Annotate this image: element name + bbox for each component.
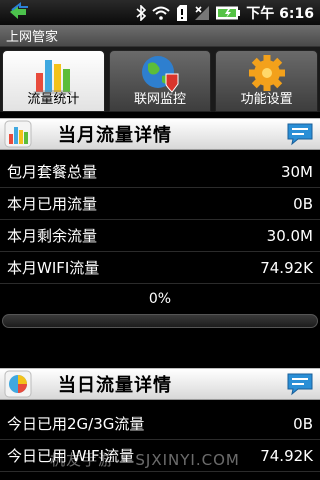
- list-item: 本月WIFI流量 74.92K: [0, 252, 320, 284]
- tab-bar: 流量统计 联网监控 功能设置: [0, 47, 320, 112]
- row-label: 本月WIFI流量: [7, 259, 100, 277]
- wifi-icon: [152, 6, 170, 20]
- pie-chart-icon: [4, 370, 32, 398]
- status-bar: 下午 6:16: [0, 0, 320, 25]
- row-value: 0B: [293, 194, 313, 213]
- monthly-section-header: 当月流量详情: [0, 118, 320, 150]
- message-bubble-icon[interactable]: [286, 122, 314, 146]
- row-label: 本月剩余流量: [7, 227, 98, 245]
- gear-icon: [248, 55, 285, 91]
- section-title: 当日流量详情: [58, 375, 172, 396]
- list-item: 包月套餐总量 30M: [0, 156, 320, 188]
- row-value: 30M: [280, 162, 313, 181]
- usage-percent: 0%: [148, 291, 172, 307]
- clock: 下午 6:16: [246, 5, 314, 22]
- signal-icon: [194, 5, 210, 21]
- row-value: 74.92K: [260, 258, 313, 277]
- tab-settings[interactable]: 功能设置: [215, 50, 319, 112]
- bluetooth-icon: [136, 4, 147, 21]
- row-label: 今日已用2G/3G流量: [7, 415, 145, 433]
- sd-card-icon: [176, 4, 188, 21]
- list-item: 本月已用流量 0B: [0, 188, 320, 220]
- watermark: 机友手游 • SJXINYI.COM: [50, 451, 240, 469]
- usage-progress-bar: [2, 314, 318, 328]
- globe-shield-icon: [142, 56, 179, 93]
- row-value: 30.0M: [266, 226, 313, 245]
- bar-chart-icon: [4, 120, 32, 148]
- tab-traffic-stats[interactable]: 流量统计: [2, 50, 105, 112]
- battery-icon: [216, 6, 241, 20]
- message-bubble-icon[interactable]: [286, 372, 314, 396]
- row-label: 包月套餐总量: [7, 163, 98, 181]
- row-value: 74.92K: [260, 446, 313, 465]
- app-title: 上网管家: [0, 25, 320, 47]
- usb-icon: [0, 0, 36, 25]
- daily-section-header: 当日流量详情: [0, 368, 320, 400]
- tab-network-monitor[interactable]: 联网监控: [108, 50, 212, 112]
- row-label: 本月已用流量: [7, 195, 98, 213]
- row-value: 0B: [293, 414, 313, 433]
- list-item: 本月剩余流量 30.0M: [0, 220, 320, 252]
- section-title: 当月流量详情: [58, 125, 172, 146]
- list-item: 今日已用2G/3G流量 0B: [0, 408, 320, 440]
- bar-chart-icon: [33, 60, 74, 94]
